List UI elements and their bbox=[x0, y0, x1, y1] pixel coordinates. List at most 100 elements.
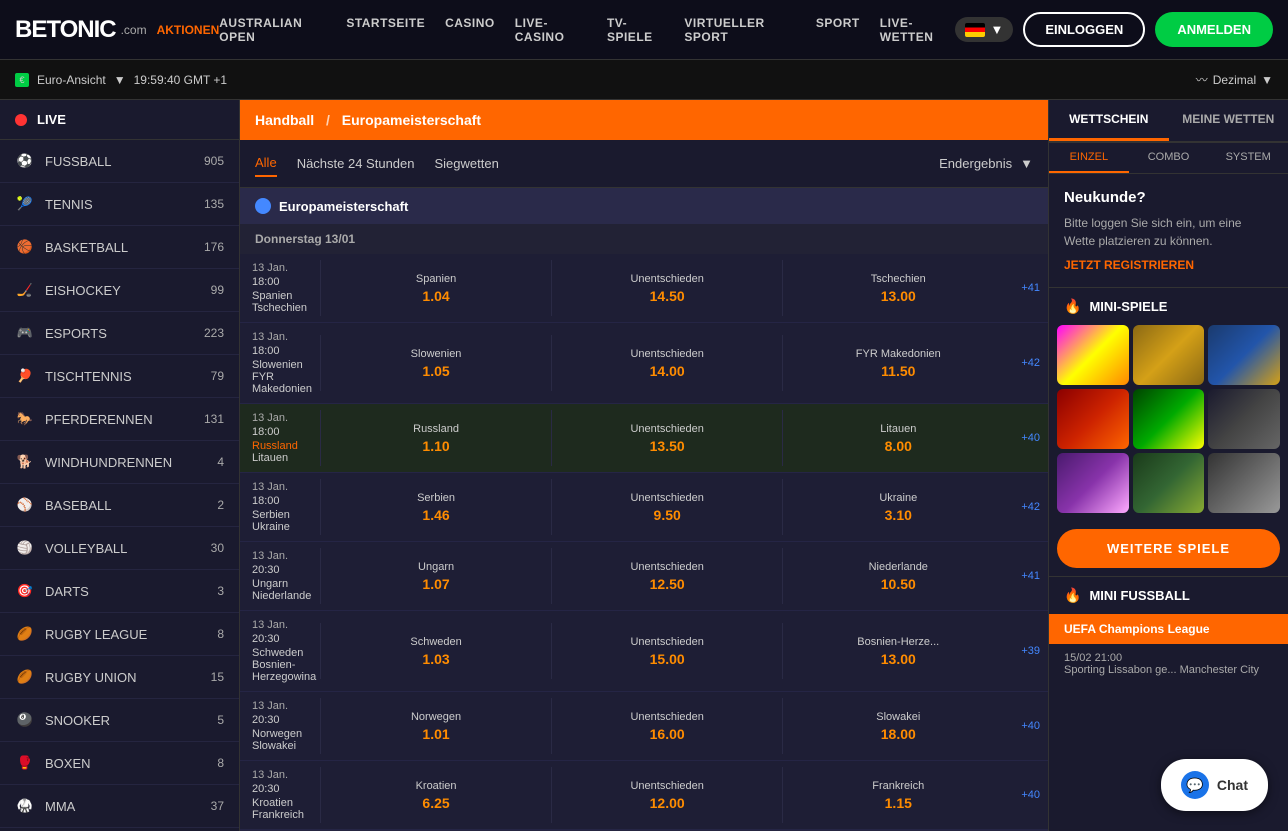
odd-draw-2[interactable]: Unentschieden 14.00 bbox=[551, 335, 782, 391]
odd-home-5[interactable]: Ungarn 1.07 bbox=[320, 548, 551, 604]
odd-draw-4[interactable]: Unentschieden 9.50 bbox=[551, 479, 782, 535]
filter-tab-alle[interactable]: Alle bbox=[255, 150, 277, 177]
sidebar-item-rugby-league[interactable]: 🏉 RUGBY LEAGUE 8 bbox=[0, 613, 239, 656]
game-bounty[interactable] bbox=[1057, 389, 1129, 449]
more-odds-6[interactable]: +39 bbox=[1013, 645, 1048, 657]
mma-icon: 🥋 bbox=[15, 796, 35, 816]
sidebar-item-pferderennen[interactable]: 🐎 PFERDERENNEN 131 bbox=[0, 398, 239, 441]
register-button[interactable]: ANMELDEN bbox=[1155, 12, 1273, 47]
game-dice[interactable] bbox=[1208, 453, 1280, 513]
odd-home-2[interactable]: Slowenien 1.05 bbox=[320, 335, 551, 391]
odd-draw-1[interactable]: Unentschieden 14.50 bbox=[551, 260, 782, 316]
tab-meine-wetten[interactable]: MEINE WETTEN bbox=[1169, 100, 1288, 141]
more-odds-2[interactable]: +42 bbox=[1013, 357, 1048, 369]
table-row[interactable]: 13 Jan. 20:30 NorwegenSlowakei Norwegen … bbox=[240, 692, 1048, 761]
nav-casino[interactable]: CASINO bbox=[445, 16, 495, 44]
odd-away-5[interactable]: Niederlande 10.50 bbox=[782, 548, 1013, 604]
odd-draw-6[interactable]: Unentschieden 15.00 bbox=[551, 623, 782, 679]
filter-tab-siegwetten[interactable]: Siegwetten bbox=[435, 151, 499, 176]
more-odds-5[interactable]: +41 bbox=[1013, 570, 1048, 582]
sidebar-item-baseball[interactable]: ⚾ BASEBALL 2 bbox=[0, 484, 239, 527]
odd-home-3[interactable]: Russland 1.10 bbox=[320, 410, 551, 466]
odds-group-7: Norwegen 1.01 Unentschieden 16.00 Slowak… bbox=[320, 698, 1013, 754]
nav-virtueller-sport[interactable]: VIRTUELLER SPORT bbox=[684, 16, 796, 44]
chat-button[interactable]: 💬 Chat bbox=[1161, 759, 1268, 811]
game-hyper-gold[interactable] bbox=[1133, 389, 1205, 449]
table-row[interactable]: 13 Jan. 18:00 SlowenienFYR Makedonien Sl… bbox=[240, 323, 1048, 404]
odd-away-8[interactable]: Frankreich 1.15 bbox=[782, 767, 1013, 823]
sidebar-item-live[interactable]: LIVE bbox=[0, 100, 239, 140]
euro-view-selector[interactable]: € Euro-Ansicht ▼ 19:59:40 GMT +1 bbox=[15, 73, 227, 87]
more-odds-1[interactable]: +41 bbox=[1013, 282, 1048, 294]
nav-startseite[interactable]: STARTSEITE bbox=[346, 16, 425, 44]
sub-tab-combo[interactable]: COMBO bbox=[1129, 143, 1209, 173]
odd-away-2[interactable]: FYR Makedonien 11.50 bbox=[782, 335, 1013, 391]
odd-away-7[interactable]: Slowakei 18.00 bbox=[782, 698, 1013, 754]
odd-home-4[interactable]: Serbien 1.46 bbox=[320, 479, 551, 535]
odd-draw-5[interactable]: Unentschieden 12.50 bbox=[551, 548, 782, 604]
nav-tv-spiele[interactable]: TV-SPIELE bbox=[607, 16, 664, 44]
game-starburst[interactable] bbox=[1057, 325, 1129, 385]
odd-away-3[interactable]: Litauen 8.00 bbox=[782, 410, 1013, 466]
odd-home-8[interactable]: Kroatien 6.25 bbox=[320, 767, 551, 823]
sidebar-item-windhundrennen[interactable]: 🐕 WINDHUNDRENNEN 4 bbox=[0, 441, 239, 484]
game-lady[interactable] bbox=[1057, 453, 1129, 513]
logo-aktionen: AKTIONEN bbox=[157, 23, 220, 37]
nav-live-casino[interactable]: LIVE-CASINO bbox=[515, 16, 587, 44]
sub-tab-einzel[interactable]: EINZEL bbox=[1049, 143, 1129, 173]
sub-tab-system[interactable]: SYSTEM bbox=[1208, 143, 1288, 173]
game-midas[interactable] bbox=[1133, 453, 1205, 513]
odd-away-6[interactable]: Bosnien-Herze... 13.00 bbox=[782, 623, 1013, 679]
nav-sport[interactable]: SPORT bbox=[816, 16, 860, 44]
game-cards[interactable] bbox=[1208, 389, 1280, 449]
sidebar-item-snooker[interactable]: 🎱 SNOOKER 5 bbox=[0, 699, 239, 742]
table-row[interactable]: 13 Jan. 20:30 SchwedenBosnien-Herzegowin… bbox=[240, 611, 1048, 692]
sidebar-item-mma[interactable]: 🥋 MMA 37 bbox=[0, 785, 239, 828]
sidebar-item-tennis[interactable]: 🎾 TENNIS 135 bbox=[0, 183, 239, 226]
filter-tab-naechste[interactable]: Nächste 24 Stunden bbox=[297, 151, 415, 176]
table-row[interactable]: 13 Jan. 20:30 UngarnNiederlande Ungarn 1… bbox=[240, 542, 1048, 611]
odds-format-selector[interactable]: 〰 Dezimal ▼ bbox=[1196, 71, 1273, 88]
nav-australian-open[interactable]: AUSTRALIAN OPEN bbox=[219, 16, 326, 44]
odd-home-7[interactable]: Norwegen 1.01 bbox=[320, 698, 551, 754]
sidebar-item-rugby-union[interactable]: 🏉 RUGBY UNION 15 bbox=[0, 656, 239, 699]
odd-draw-8[interactable]: Unentschieden 12.00 bbox=[551, 767, 782, 823]
sidebar-item-boxen[interactable]: 🥊 BOXEN 8 bbox=[0, 742, 239, 785]
more-odds-8[interactable]: +40 bbox=[1013, 789, 1048, 801]
table-row[interactable]: 13 Jan. 18:00 SerbienUkraine Serbien 1.4… bbox=[240, 473, 1048, 542]
table-row[interactable]: 13 Jan. 18:00 RusslandLitauen Russland 1… bbox=[240, 404, 1048, 473]
login-button[interactable]: EINLOGGEN bbox=[1023, 12, 1145, 47]
game-golden-quest[interactable] bbox=[1133, 325, 1205, 385]
odd-home-6[interactable]: Schweden 1.03 bbox=[320, 623, 551, 679]
bet-sub-tabs: EINZEL COMBO SYSTEM bbox=[1049, 143, 1288, 174]
language-selector[interactable]: ▼ bbox=[955, 17, 1013, 42]
sidebar-item-volleyball[interactable]: 🏐 VOLLEYBALL 30 bbox=[0, 527, 239, 570]
odd-draw-3[interactable]: Unentschieden 13.50 bbox=[551, 410, 782, 466]
result-filter[interactable]: Endergebnis ▼ bbox=[939, 156, 1033, 171]
tab-wettschein[interactable]: WETTSCHEIN bbox=[1049, 100, 1169, 141]
weitere-spiele-button[interactable]: WEITERE SPIELE bbox=[1057, 529, 1280, 568]
more-odds-3[interactable]: +40 bbox=[1013, 432, 1048, 444]
odd-draw-7[interactable]: Unentschieden 16.00 bbox=[551, 698, 782, 754]
game-book-of-dead[interactable] bbox=[1208, 325, 1280, 385]
sidebar-item-tischtennis[interactable]: 🏓 TISCHTENNIS 79 bbox=[0, 355, 239, 398]
more-odds-4[interactable]: +42 bbox=[1013, 501, 1048, 513]
sidebar-item-fussball[interactable]: ⚽ FUSSBALL 905 bbox=[0, 140, 239, 183]
neukunde-cta[interactable]: JETZT REGISTRIEREN bbox=[1064, 258, 1273, 272]
logo[interactable]: BETONIC .com AKTIONEN bbox=[15, 16, 219, 44]
odd-away-4[interactable]: Ukraine 3.10 bbox=[782, 479, 1013, 535]
odd-away-1[interactable]: Tschechien 13.00 bbox=[782, 260, 1013, 316]
match-time-6: 13 Jan. 20:30 SchwedenBosnien-Herzegowin… bbox=[240, 611, 320, 691]
header: BETONIC .com AKTIONEN AUSTRALIAN OPEN ST… bbox=[0, 0, 1288, 60]
sidebar-item-basketball[interactable]: 🏀 BASKETBALL 176 bbox=[0, 226, 239, 269]
nav-live-wetten[interactable]: LIVE-WETTEN bbox=[880, 16, 956, 44]
table-row[interactable]: 13 Jan. 18:00 SpanienTschechien Spanien … bbox=[240, 254, 1048, 323]
date-header-thursday: Donnerstag 13/01 bbox=[240, 224, 1048, 254]
sidebar-item-darts[interactable]: 🎯 DARTS 3 bbox=[0, 570, 239, 613]
breadcrumb-sport[interactable]: Handball bbox=[255, 112, 314, 128]
odd-home-1[interactable]: Spanien 1.04 bbox=[320, 260, 551, 316]
table-row[interactable]: 13 Jan. 20:30 KroatienFrankreich Kroatie… bbox=[240, 761, 1048, 830]
sidebar-item-esports[interactable]: 🎮 ESPORTS 223 bbox=[0, 312, 239, 355]
more-odds-7[interactable]: +40 bbox=[1013, 720, 1048, 732]
sidebar-item-eishockey[interactable]: 🏒 EISHOCKEY 99 bbox=[0, 269, 239, 312]
